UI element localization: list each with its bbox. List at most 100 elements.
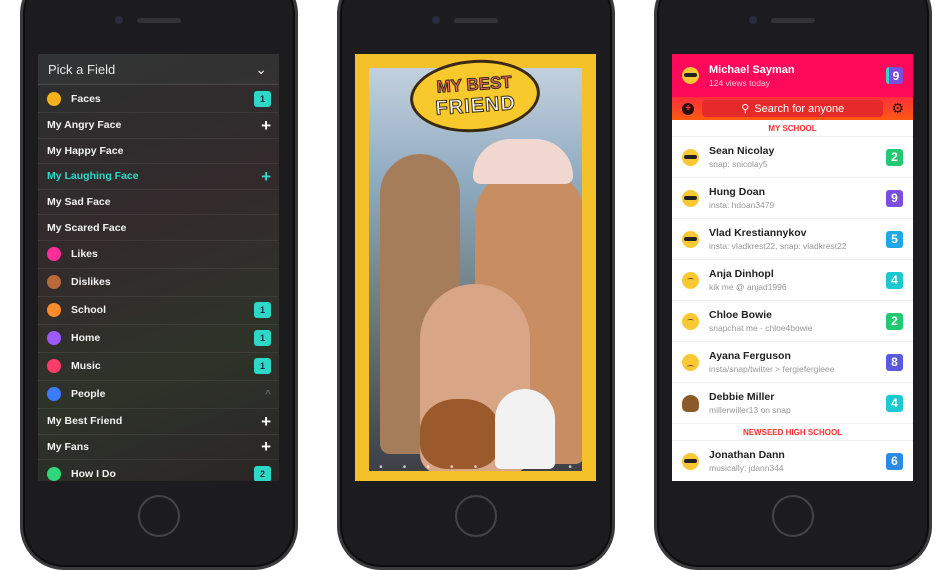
field-item-label: People	[71, 388, 106, 401]
field-item-label: Music	[71, 360, 101, 373]
toilet-paper-sticker[interactable]	[495, 389, 555, 469]
profile-header[interactable]: Michael Sayman 124 views today 9	[672, 54, 913, 97]
person-name: Sean Nicolay	[709, 145, 775, 157]
field-item[interactable]: Faces 1	[38, 85, 279, 113]
field-item-label: My Sad Face	[47, 196, 111, 209]
chevron-up-icon[interactable]: ^	[265, 389, 271, 400]
graduation-cap-icon[interactable]: •	[450, 462, 454, 473]
score-badge: 4	[886, 271, 903, 289]
person-row[interactable]: Debbie Miller millerwiller13 on snap 4	[672, 383, 913, 424]
person-handle: insta: hdoan3479	[709, 200, 775, 210]
field-item[interactable]: Likes	[38, 241, 279, 269]
person-name: Debbie Miller	[709, 391, 775, 403]
house-icon	[47, 331, 61, 346]
add-icon[interactable]: +	[682, 102, 694, 115]
person-name: Vlad Krestiannykov	[709, 227, 807, 239]
home-button	[772, 495, 814, 537]
search-placeholder: Search for anyone	[754, 102, 845, 115]
cool-emoji-icon	[682, 148, 699, 166]
score-badge: 6	[886, 452, 903, 470]
people-screen: Michael Sayman 124 views today 9 + ⚲ Sea…	[672, 54, 913, 481]
person-name: Anja Dinhopl	[709, 268, 774, 280]
music-note-icon[interactable]: •	[497, 462, 501, 473]
count-badge: 1	[254, 330, 271, 347]
music-note-icon	[47, 359, 61, 374]
person-handle: snap: snicolay5	[709, 159, 768, 169]
people-icon[interactable]: •	[545, 462, 549, 473]
count-badge: 1	[254, 90, 271, 107]
pick-field-screen: Pick a Field ⌄ Faces 1 My Angry Face + My Ha…	[38, 54, 279, 481]
person-name: Jonathan Dann	[709, 449, 785, 461]
gear-icon[interactable]: ⚙	[891, 100, 904, 117]
plus-icon[interactable]: +	[261, 168, 271, 185]
plus-icon[interactable]: +	[261, 413, 271, 430]
field-item[interactable]: My Happy Face	[38, 139, 279, 165]
home-button	[138, 495, 180, 537]
heart-icon	[47, 247, 61, 262]
sunglasses-emoji-icon	[682, 67, 699, 84]
house-icon[interactable]: •	[474, 462, 478, 473]
field-item[interactable]: People ^	[38, 381, 279, 409]
field-item[interactable]: My Scared Face	[38, 215, 279, 241]
chevron-down-icon[interactable]: ⌄	[255, 61, 267, 78]
score-badge: 8	[886, 353, 903, 371]
sticker-toolbar: • • • • • • • • •	[369, 459, 582, 475]
plus-icon[interactable]: +	[261, 117, 271, 134]
person-handle: insta/snap/twitter > fergiefergieee	[709, 364, 835, 374]
field-item[interactable]: Dislikes	[38, 269, 279, 297]
field-item[interactable]: My Laughing Face +	[38, 164, 279, 190]
cool-emoji-icon	[682, 452, 699, 470]
person-row[interactable]: Anja Dinhopl kik me @ anjad1996 4	[672, 260, 913, 301]
face-icon[interactable]: •	[379, 462, 383, 473]
fork-icon[interactable]: •	[568, 462, 572, 473]
person-handle: snapchat me - chloe4bowie	[709, 323, 813, 333]
score-badge: 4	[886, 394, 903, 412]
field-item[interactable]: My Angry Face +	[38, 113, 279, 139]
poop-icon	[47, 275, 61, 290]
field-item[interactable]: Music 1	[38, 353, 279, 381]
field-item[interactable]: How I Do 2	[38, 460, 279, 481]
home-button	[455, 495, 497, 537]
running-icon[interactable]: •	[521, 462, 525, 473]
person-handle: musically: jdann344	[709, 463, 784, 473]
meh-emoji-icon	[682, 271, 699, 289]
person-row[interactable]: Sean Nicolay snap: snicolay5 2	[672, 137, 913, 178]
search-icon: ⚲	[741, 103, 750, 115]
poop-icon[interactable]: •	[426, 462, 430, 473]
field-item-label: Likes	[71, 248, 98, 261]
graduation-cap-icon	[47, 303, 61, 318]
field-item-label: My Best Friend	[47, 415, 123, 428]
person-name: Chloe Bowie	[709, 309, 773, 321]
section-header: MY SCHOOL	[672, 120, 913, 137]
search-input[interactable]: ⚲ Search for anyone	[702, 100, 884, 117]
people-list: MY SCHOOL Sean Nicolay snap: snicolay5 2 …	[672, 120, 913, 481]
field-item[interactable]: Home 1	[38, 325, 279, 353]
pick-field-header[interactable]: Pick a Field ⌄	[38, 54, 279, 85]
field-item-label: How I Do	[71, 467, 116, 480]
people-icon	[47, 387, 61, 402]
field-item[interactable]: My Sad Face	[38, 190, 279, 216]
person-row[interactable]: Vlad Krestiannykov insta: vladkrest22, sn…	[672, 219, 913, 260]
camera-screen: MY BEST FRIEND • • • • • • • • •	[355, 54, 596, 481]
score-badge: 9	[886, 189, 903, 207]
count-badge: 1	[254, 358, 271, 375]
person-row[interactable]: Ayana Ferguson insta/snap/twitter > fergi…	[672, 342, 913, 383]
field-item-label: My Laughing Face	[47, 170, 139, 183]
field-item-label: Faces	[71, 92, 101, 105]
field-item[interactable]: My Best Friend +	[38, 409, 279, 435]
person-name: Hung Doan	[709, 186, 765, 198]
person-handle: kik me @ anjad1996	[709, 282, 787, 292]
score-badge: 5	[886, 230, 903, 248]
field-item-label: Dislikes	[71, 276, 111, 289]
score-badge: 2	[886, 312, 903, 330]
field-item[interactable]: My Fans +	[38, 435, 279, 461]
person-row[interactable]: Chloe Bowie snapchat me - chloe4bowie 2	[672, 301, 913, 342]
person-row[interactable]: Jonathan Dann musically: jdann344 6	[672, 441, 913, 481]
field-item[interactable]: School 1	[38, 297, 279, 325]
person-row[interactable]: Hung Doan insta: hdoan3479 9	[672, 178, 913, 219]
plus-icon[interactable]: +	[261, 438, 271, 455]
heart-icon[interactable]: •	[403, 462, 407, 473]
field-list: Faces 1 My Angry Face + My Happy Face My Laug…	[38, 85, 279, 481]
person-handle: millerwiller13 on snap	[709, 405, 791, 415]
person-name: Ayana Ferguson	[709, 350, 791, 362]
